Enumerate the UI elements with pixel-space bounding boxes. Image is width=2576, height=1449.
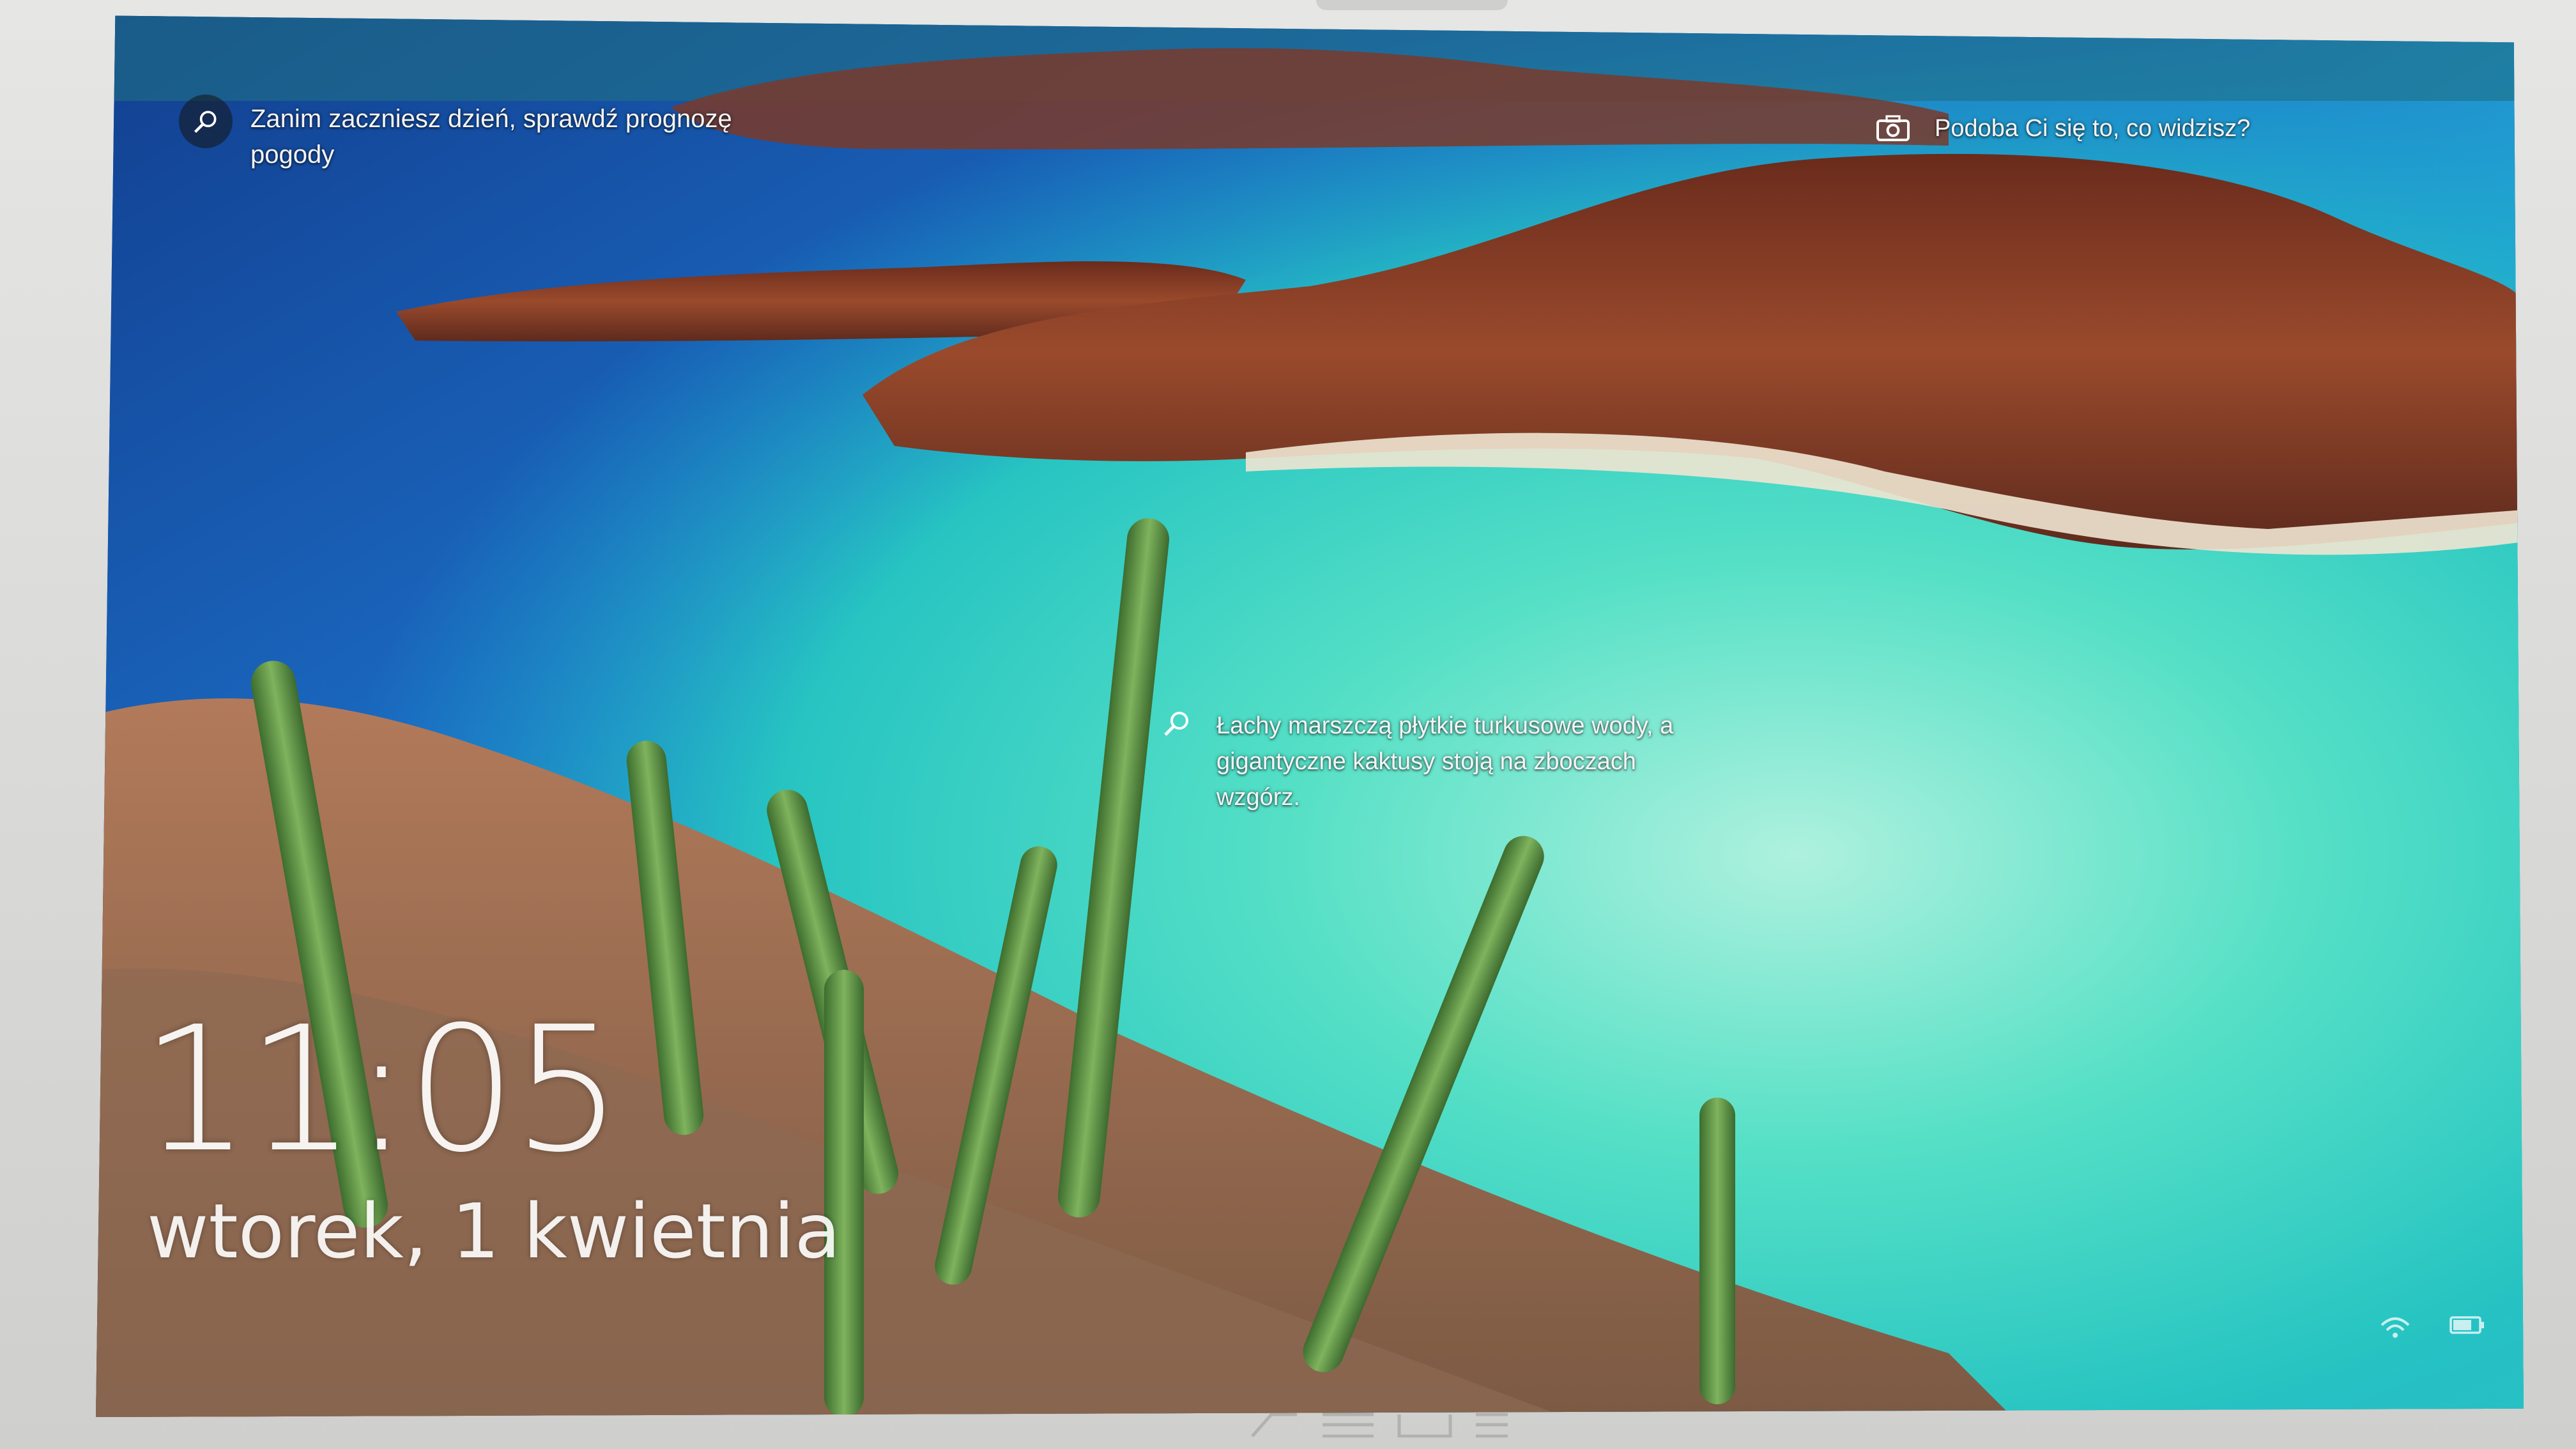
wifi-icon xyxy=(2380,1317,2410,1338)
search-icon xyxy=(1156,703,1197,744)
bezel-top-notch xyxy=(1316,0,1508,10)
weather-prompt[interactable]: Zanim zaczniesz dzień, sprawdź prognozę … xyxy=(179,95,800,172)
feedback-prompt-text: Podoba Ci się to, co widzisz? xyxy=(1935,114,2251,142)
search-icon xyxy=(179,95,233,148)
battery-icon xyxy=(2450,1316,2484,1334)
image-caption-text: Łachy marszczą płytkie turkusowe wody, a… xyxy=(1216,712,1674,811)
weather-prompt-text: Zanim zaczniesz dzień, sprawdź prognozę … xyxy=(250,105,732,169)
image-caption[interactable]: Łachy marszczą płytkie turkusowe wody, a… xyxy=(1156,708,1715,815)
camera-icon xyxy=(1872,107,1914,150)
brand-logo xyxy=(1251,1413,1508,1438)
lock-date: wtorek, 1 kwietnia xyxy=(147,1187,841,1275)
status-tray xyxy=(2379,1315,2485,1340)
lock-screen: Zanim zaczniesz dzień, sprawdź prognozę … xyxy=(96,15,2524,1417)
lock-clock: 11:05 xyxy=(141,989,622,1190)
feedback-prompt[interactable]: Podoba Ci się to, co widzisz? xyxy=(1872,107,2250,150)
